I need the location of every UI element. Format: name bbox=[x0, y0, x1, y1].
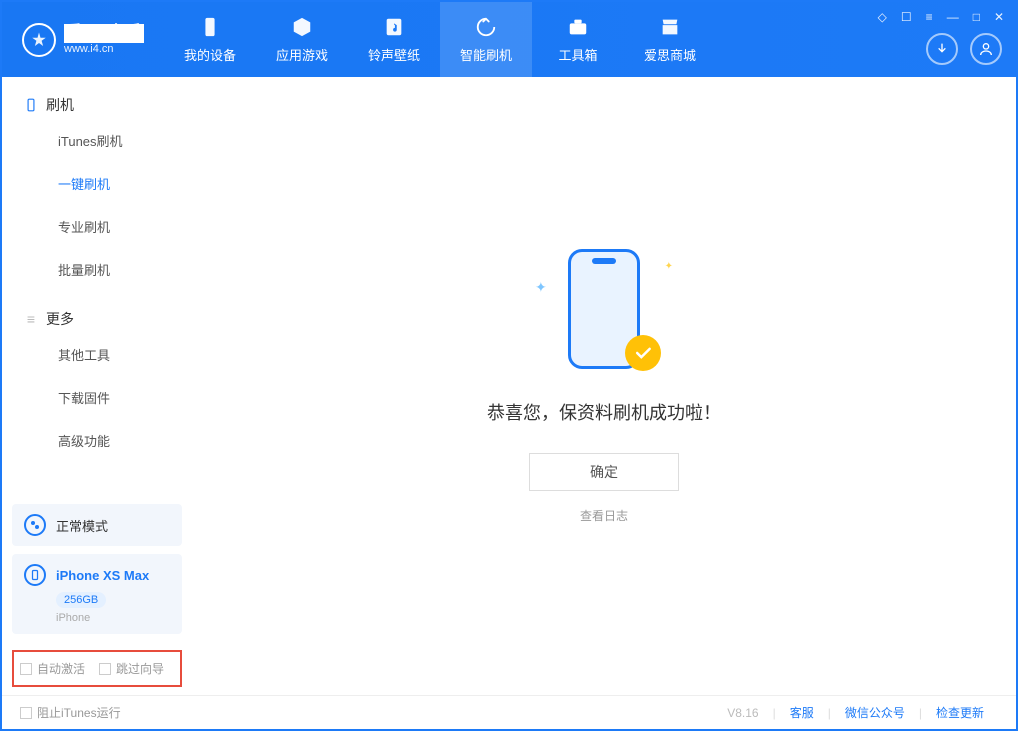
sidebar-item-download-firmware[interactable]: 下载固件 bbox=[2, 376, 192, 419]
user-button[interactable] bbox=[970, 33, 1002, 65]
toolbox-icon bbox=[566, 15, 590, 39]
logo-icon bbox=[22, 23, 56, 57]
mode-icon bbox=[24, 514, 46, 536]
checkbox-block-itunes[interactable]: 阻止iTunes运行 bbox=[20, 704, 121, 721]
device-name: iPhone XS Max bbox=[56, 568, 149, 583]
footer-link-update[interactable]: 检查更新 bbox=[922, 704, 998, 721]
sidebar-item-other-tools[interactable]: 其他工具 bbox=[2, 333, 192, 376]
sidebar: 刷机 iTunes刷机 一键刷机 专业刷机 批量刷机 ≡ 更多 其他工具 下载固… bbox=[2, 77, 192, 695]
sidebar-item-batch-flash[interactable]: 批量刷机 bbox=[2, 248, 192, 291]
footer: 阻止iTunes运行 V8.16 | 客服 | 微信公众号 | 检查更新 bbox=[2, 695, 1016, 729]
shirt-icon[interactable]: ◇ bbox=[878, 10, 887, 24]
device-storage: 256GB bbox=[56, 592, 106, 608]
tab-label: 铃声壁纸 bbox=[368, 45, 420, 64]
sidebar-item-advanced[interactable]: 高级功能 bbox=[2, 419, 192, 462]
refresh-icon bbox=[474, 15, 498, 39]
success-graphic: ✦ ✦ bbox=[539, 249, 669, 379]
sidebar-item-oneclick-flash[interactable]: 一键刷机 bbox=[2, 162, 192, 205]
sidebar-section-more: ≡ 更多 bbox=[2, 291, 192, 333]
body: 刷机 iTunes刷机 一键刷机 专业刷机 批量刷机 ≡ 更多 其他工具 下载固… bbox=[2, 77, 1016, 695]
checkbox-skip-guide[interactable]: 跳过向导 bbox=[99, 660, 164, 677]
tab-toolbox[interactable]: 工具箱 bbox=[532, 2, 624, 77]
store-icon bbox=[658, 15, 682, 39]
checkbox-auto-activate[interactable]: 自动激活 bbox=[20, 660, 85, 677]
download-button[interactable] bbox=[926, 33, 958, 65]
feedback-icon[interactable]: ☐ bbox=[901, 10, 912, 24]
device-icon bbox=[198, 15, 222, 39]
sparkle-icon: ✦ bbox=[535, 279, 547, 296]
footer-link-support[interactable]: 客服 bbox=[776, 704, 828, 721]
logo-title: 爱思助手 bbox=[64, 24, 144, 44]
view-log-link[interactable]: 查看日志 bbox=[580, 507, 628, 524]
checkbox-row: 自动激活 跳过向导 bbox=[12, 650, 182, 687]
device-type: iPhone bbox=[56, 612, 170, 624]
phone-icon bbox=[24, 98, 38, 112]
tab-label: 我的设备 bbox=[184, 45, 236, 64]
mode-label: 正常模式 bbox=[56, 516, 108, 535]
window-controls: ◇ ☐ ≡ — □ ✕ bbox=[878, 10, 1004, 24]
tab-smart-flash[interactable]: 智能刷机 bbox=[440, 2, 532, 77]
footer-link-wechat[interactable]: 微信公众号 bbox=[831, 704, 919, 721]
logo-subtitle: www.i4.cn bbox=[64, 43, 144, 55]
version-label: V8.16 bbox=[713, 706, 772, 720]
main-content: ✦ ✦ 恭喜您，保资料刷机成功啦！ 确定 查看日志 bbox=[192, 77, 1016, 695]
tab-apps-games[interactable]: 应用游戏 bbox=[256, 2, 348, 77]
header-right: ◇ ☐ ≡ — □ ✕ bbox=[926, 15, 1016, 65]
device-mode-panel[interactable]: 正常模式 bbox=[12, 504, 182, 546]
check-badge-icon bbox=[625, 335, 661, 371]
sidebar-section-flash: 刷机 bbox=[2, 77, 192, 119]
tab-label: 智能刷机 bbox=[460, 45, 512, 64]
checkbox-label: 跳过向导 bbox=[116, 660, 164, 677]
cube-icon bbox=[290, 15, 314, 39]
tab-store[interactable]: 爱思商城 bbox=[624, 2, 716, 77]
music-icon bbox=[382, 15, 406, 39]
sidebar-item-itunes-flash[interactable]: iTunes刷机 bbox=[2, 119, 192, 162]
sparkle-icon: ✦ bbox=[665, 261, 673, 272]
menu-icon[interactable]: ≡ bbox=[926, 10, 933, 24]
minimize-icon[interactable]: — bbox=[947, 10, 959, 24]
close-icon[interactable]: ✕ bbox=[994, 10, 1004, 24]
tab-label: 爱思商城 bbox=[644, 45, 696, 64]
checkbox-label: 阻止iTunes运行 bbox=[37, 704, 121, 721]
logo-text: 爱思助手 www.i4.cn bbox=[64, 24, 144, 56]
device-icon bbox=[24, 564, 46, 586]
device-info-panel[interactable]: iPhone XS Max 256GB iPhone bbox=[12, 554, 182, 634]
sidebar-item-pro-flash[interactable]: 专业刷机 bbox=[2, 205, 192, 248]
more-icon: ≡ bbox=[24, 312, 38, 326]
footer-right: V8.16 | 客服 | 微信公众号 | 检查更新 bbox=[713, 704, 998, 721]
ok-button[interactable]: 确定 bbox=[529, 453, 679, 491]
logo-area[interactable]: 爱思助手 www.i4.cn bbox=[2, 23, 164, 57]
tabs: 我的设备 应用游戏 铃声壁纸 智能刷机 工具箱 爱思商城 bbox=[164, 2, 716, 77]
section-label: 刷机 bbox=[46, 95, 74, 115]
tab-label: 工具箱 bbox=[558, 45, 597, 64]
maximize-icon[interactable]: □ bbox=[973, 10, 980, 24]
tab-ringtone-wallpaper[interactable]: 铃声壁纸 bbox=[348, 2, 440, 77]
header: 爱思助手 www.i4.cn 我的设备 应用游戏 铃声壁纸 智能刷机 工具箱 爱… bbox=[2, 2, 1016, 77]
section-label: 更多 bbox=[46, 309, 74, 329]
success-message: 恭喜您，保资料刷机成功啦！ bbox=[487, 399, 721, 425]
tab-my-device[interactable]: 我的设备 bbox=[164, 2, 256, 77]
checkbox-label: 自动激活 bbox=[37, 660, 85, 677]
tab-label: 应用游戏 bbox=[276, 45, 328, 64]
